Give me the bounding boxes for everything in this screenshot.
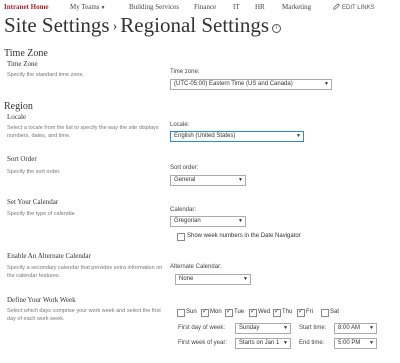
chevron-down-icon: ▼ (243, 276, 248, 282)
day-checkbox-fri[interactable] (297, 308, 305, 317)
day-label-sat: Sat (330, 308, 340, 315)
sort-order-label: Sort order: (170, 165, 199, 171)
chevron-down-icon: ▼ (296, 133, 301, 139)
day-checkbox-tue[interactable] (225, 308, 233, 317)
start-time-select[interactable]: 8:00 AM ▼ (334, 323, 377, 334)
nav-item-it[interactable]: IT (233, 3, 240, 11)
week-numbers-checkbox[interactable] (177, 233, 185, 241)
locale-description: Select a locale from the list to specify… (7, 125, 159, 139)
section-heading-region: Region (4, 101, 33, 112)
time-zone-select[interactable]: (UTC-05:00) Eastern Time (US and Canada)… (170, 79, 332, 90)
locale-label: Locale: (170, 122, 190, 128)
nav-item-hr[interactable]: HR (255, 3, 265, 11)
sort-order-description: Specify the sort order. (7, 169, 61, 175)
time-zone-value: (UTC-05:00) Eastern Time (US and Canada) (174, 81, 293, 87)
group-heading-alternate-calendar: Enable An Alternate Calendar (7, 252, 91, 260)
nav-home-link[interactable]: Intranet Home (4, 3, 49, 11)
page-title: Site Settings › Regional Settings i (4, 13, 282, 38)
edit-links-button[interactable]: EDIT LINKS (333, 3, 375, 11)
time-zone-description: Specify the standard time zone. (7, 72, 85, 78)
day-label-tue: Tue (234, 308, 245, 315)
day-checkbox-sun[interactable] (177, 309, 185, 317)
week-numbers-label: Show week numbers in the Date Navigator (187, 233, 301, 239)
page-title-text: Regional Settings (120, 13, 270, 37)
group-heading-work-week: Define Your Work Week (7, 296, 76, 304)
breadcrumb-separator: › (112, 19, 118, 34)
nav-item-marketing[interactable]: Marketing (282, 3, 311, 11)
alternate-calendar-value: None (179, 276, 194, 282)
day-checkbox-wed[interactable] (249, 308, 257, 317)
chevron-down-icon: ▼ (283, 325, 288, 331)
alternate-calendar-label: Alternate Calendar: (170, 264, 222, 270)
time-zone-label: Time zone: (170, 69, 200, 75)
calendar-label: Calendar: (170, 207, 197, 213)
day-label-fri: Fri (306, 308, 313, 315)
first-week-value: Starts on Jan 1 (239, 340, 280, 346)
info-icon[interactable]: i (272, 24, 282, 33)
day-checkbox-thu[interactable] (273, 308, 281, 317)
chevron-down-icon: ▼ (100, 6, 106, 11)
locale-select[interactable]: English (United States) ▼ (170, 131, 304, 142)
chevron-down-icon: ▼ (324, 81, 329, 87)
work-week-description: Select which days comprise your work wee… (7, 308, 161, 322)
first-day-value: Sunday (239, 325, 260, 331)
calendar-value: Gregorian (174, 218, 201, 224)
group-heading-calendar: Set Your Calendar (7, 198, 59, 206)
nav-item-label: My Teams (70, 3, 100, 11)
first-day-select[interactable]: Sunday ▼ (235, 323, 291, 334)
first-week-select[interactable]: Starts on Jan 1 ▼ (235, 338, 291, 349)
group-heading-sort-order: Sort Order (7, 155, 37, 163)
chevron-down-icon: ▼ (369, 325, 374, 331)
locale-value: English (United States) (174, 133, 236, 139)
pencil-icon (333, 3, 340, 10)
alternate-calendar-select[interactable]: None ▼ (175, 274, 251, 285)
day-label-sun: Sun (186, 308, 197, 315)
calendar-description: Specify the type of calendar. (7, 211, 77, 217)
alternate-calendar-description: Specify a secondary calendar that provid… (7, 265, 163, 279)
group-heading-time-zone: Time Zone (7, 60, 38, 68)
sort-order-value: General (174, 177, 196, 183)
day-label-mon: Mon (210, 308, 222, 315)
chevron-down-icon: ▼ (283, 340, 288, 346)
breadcrumb-site-settings[interactable]: Site Settings (4, 13, 110, 37)
nav-item-building-services[interactable]: Building Services (129, 3, 179, 11)
group-heading-locale: Locale (7, 113, 27, 121)
section-heading-time-zone: Time Zone (4, 48, 48, 59)
first-week-label: First week of year: (178, 340, 228, 346)
end-time-value: 5:00 PM (338, 340, 361, 346)
end-time-select[interactable]: 5:00 PM ▼ (334, 338, 377, 349)
calendar-select[interactable]: Gregorian ▼ (170, 216, 246, 227)
end-time-label: End time: (299, 340, 325, 346)
nav-item-my-teams[interactable]: My Teams▼ (70, 3, 105, 11)
chevron-down-icon: ▼ (238, 218, 243, 224)
day-label-wed: Wed (258, 308, 271, 315)
chevron-down-icon: ▼ (238, 177, 243, 183)
sort-order-select[interactable]: General ▼ (170, 175, 246, 186)
day-checkbox-mon[interactable] (201, 308, 209, 317)
nav-item-finance[interactable]: Finance (194, 3, 216, 11)
start-time-label: Start time: (299, 325, 327, 331)
day-checkbox-sat[interactable] (321, 309, 329, 317)
start-time-value: 8:00 AM (338, 325, 361, 331)
day-label-thu: Thu (282, 308, 293, 315)
chevron-down-icon: ▼ (369, 340, 374, 346)
first-day-label: First day of week: (178, 325, 226, 331)
edit-links-label: EDIT LINKS (342, 5, 375, 11)
